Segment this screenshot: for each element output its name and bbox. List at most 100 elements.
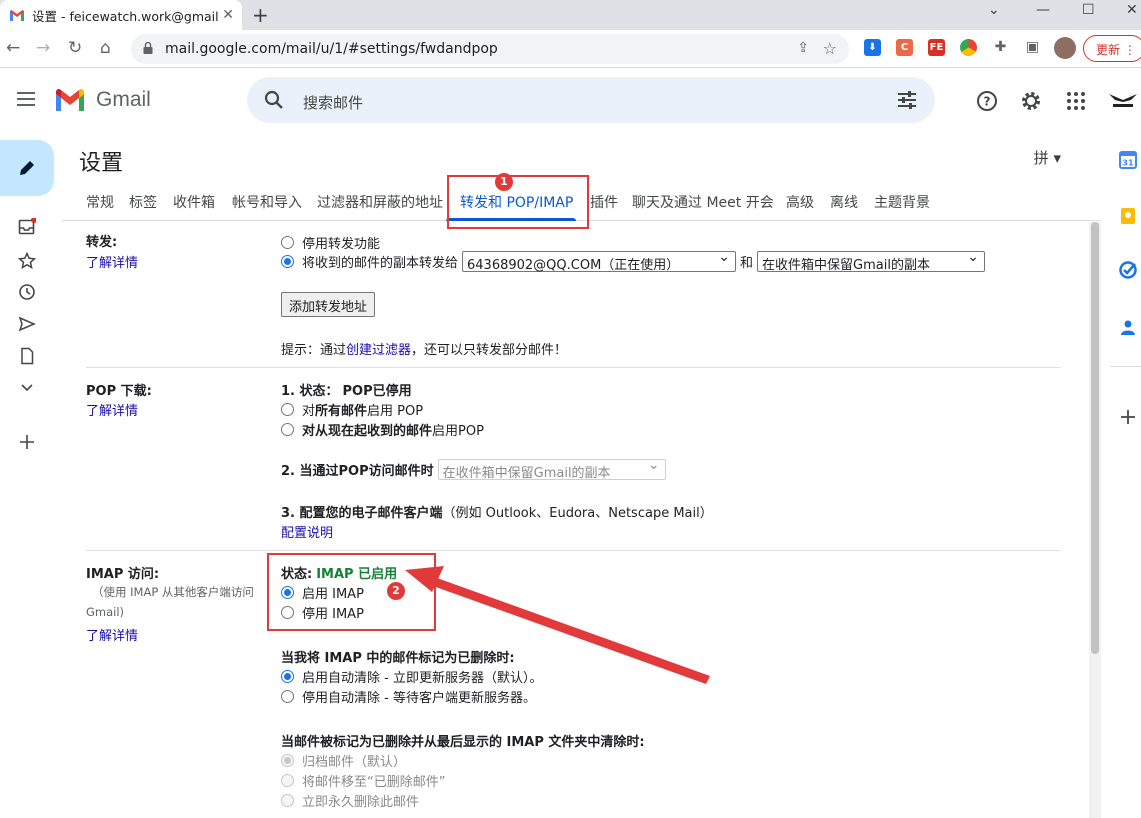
browser-tab-strip: 设置 - feicewatch.work@gmail ✕ + ⌄ — ☐ ✕ bbox=[0, 0, 1141, 30]
forward-copy-radio[interactable] bbox=[281, 255, 294, 268]
settings-gear-icon[interactable] bbox=[1020, 90, 1042, 112]
sent-icon[interactable] bbox=[18, 315, 36, 333]
pop-enable-all-post: 启用 POP bbox=[367, 404, 424, 419]
get-addons-plus-icon[interactable] bbox=[1119, 408, 1137, 426]
tab-addons[interactable]: 插件 bbox=[590, 192, 618, 212]
auto-expunge-on-option[interactable]: 启用自动清除 - 立即更新服务器（默认）。 bbox=[281, 667, 542, 686]
pop-enable-all-option[interactable]: 对所有邮件 启用 POP bbox=[281, 400, 423, 419]
archive-option[interactable]: 归档邮件（默认） bbox=[281, 751, 406, 770]
pop-enable-all-pre: 对 bbox=[302, 404, 316, 419]
annotation-box-tab bbox=[447, 175, 589, 229]
input-tools-button[interactable]: 拼 ▾ bbox=[1034, 147, 1061, 168]
forward-copy-text: 将收到的邮件的副本转发给 bbox=[302, 256, 459, 271]
contacts-icon[interactable] bbox=[1119, 318, 1137, 336]
extensions-puzzle-icon[interactable]: ✚ bbox=[992, 39, 1009, 56]
search-options-icon[interactable] bbox=[897, 91, 917, 109]
inbox-icon[interactable] bbox=[18, 218, 36, 236]
tab-filters[interactable]: 过滤器和屏蔽的地址 bbox=[317, 192, 443, 212]
search-input[interactable]: 搜索邮件 bbox=[303, 92, 363, 113]
svg-text:31: 31 bbox=[1122, 159, 1134, 168]
calendar-icon[interactable]: 31 bbox=[1119, 151, 1137, 169]
tab-inbox[interactable]: 收件箱 bbox=[173, 192, 215, 212]
pop-status-label: 1. 状态： bbox=[281, 384, 339, 399]
tab-search-icon[interactable]: ⌄ bbox=[988, 2, 1000, 18]
disable-forwarding-radio[interactable] bbox=[281, 236, 294, 249]
scrollbar-thumb[interactable] bbox=[1091, 222, 1099, 654]
search-icon[interactable] bbox=[264, 90, 284, 110]
forward-copy-option[interactable]: 将收到的邮件的副本转发给 64368902@QQ.COM（正在使用） 和 在收件… bbox=[281, 249, 986, 273]
pop-access-select[interactable]: 在收件箱中保留Gmail的副本 bbox=[437, 457, 666, 481]
auto-expunge-off-radio[interactable] bbox=[281, 690, 294, 703]
apps-grid-icon[interactable] bbox=[1065, 90, 1087, 112]
tasks-icon[interactable] bbox=[1119, 261, 1137, 279]
back-icon[interactable]: ← bbox=[6, 38, 20, 58]
c-extension-icon[interactable]: C bbox=[896, 39, 913, 56]
pop-learn-more-link[interactable]: 了解详情 bbox=[86, 400, 138, 419]
tab-themes[interactable]: 主题背景 bbox=[874, 192, 930, 212]
keep-icon[interactable] bbox=[1119, 207, 1137, 225]
browser-tab[interactable]: 设置 - feicewatch.work@gmail ✕ bbox=[0, 0, 242, 30]
forward-icon[interactable]: → bbox=[36, 38, 50, 58]
delete-forever-text: 立即永久删除此邮件 bbox=[302, 795, 420, 810]
tab-accounts[interactable]: 帐号和导入 bbox=[232, 192, 302, 212]
share-icon[interactable]: ⇪ bbox=[797, 40, 809, 56]
gmail-favicon-icon bbox=[10, 10, 24, 21]
move-trash-radio[interactable] bbox=[281, 774, 294, 787]
profile-avatar[interactable] bbox=[1054, 37, 1076, 59]
config-instructions-link[interactable]: 配置说明 bbox=[281, 522, 333, 541]
main-menu-icon[interactable] bbox=[17, 92, 35, 106]
drafts-icon[interactable] bbox=[18, 347, 36, 365]
pop-enable-all-radio[interactable] bbox=[281, 403, 294, 416]
pop-enable-now-radio[interactable] bbox=[281, 423, 294, 436]
chrome-extension-icon[interactable] bbox=[960, 39, 977, 56]
tab-chat-meet[interactable]: 聊天及通过 Meet 开会 bbox=[632, 192, 774, 212]
archive-radio[interactable] bbox=[281, 754, 294, 767]
window-close-icon[interactable]: ✕ bbox=[1126, 2, 1138, 18]
maximize-icon[interactable]: ☐ bbox=[1082, 2, 1095, 18]
search-bar[interactable]: 搜索邮件 bbox=[247, 77, 935, 123]
forwarding-label: 转发: bbox=[86, 235, 118, 250]
snoozed-clock-icon[interactable] bbox=[18, 283, 36, 301]
compose-button[interactable] bbox=[0, 140, 54, 196]
help-icon[interactable]: ? bbox=[976, 90, 998, 112]
download-extension-icon[interactable]: ⬇ bbox=[864, 39, 881, 56]
svg-text:?: ? bbox=[984, 95, 991, 109]
tip-prefix: 提示：通过 bbox=[281, 343, 347, 358]
imap-learn-more-link[interactable]: 了解详情 bbox=[86, 625, 138, 644]
home-icon[interactable]: ⌂ bbox=[100, 38, 111, 58]
account-logo-icon[interactable] bbox=[1107, 86, 1139, 116]
more-chevron-down-icon[interactable] bbox=[18, 378, 36, 396]
move-trash-option[interactable]: 将邮件移至“已删除邮件” bbox=[281, 771, 445, 790]
create-filter-link[interactable]: 创建过滤器 bbox=[346, 339, 411, 358]
disable-forwarding-option[interactable]: 停用转发功能 bbox=[281, 233, 380, 252]
tab-close-icon[interactable]: ✕ bbox=[222, 7, 234, 23]
add-forwarding-address-button[interactable]: 添加转发地址 bbox=[281, 292, 376, 317]
auto-expunge-on-radio[interactable] bbox=[281, 670, 294, 683]
delete-forever-radio[interactable] bbox=[281, 794, 294, 807]
forward-address-select[interactable]: 64368902@QQ.COM（正在使用） bbox=[462, 249, 737, 273]
forwarding-learn-more-link[interactable]: 了解详情 bbox=[86, 252, 138, 271]
forwarding-tip: 提示：通过 创建过滤器 ，还可以只转发部分邮件！ bbox=[281, 339, 567, 358]
tab-labels[interactable]: 标签 bbox=[129, 192, 157, 212]
gmail-logo-icon[interactable] bbox=[54, 87, 86, 111]
minimize-icon[interactable]: — bbox=[1036, 2, 1050, 18]
tab-general[interactable]: 常规 bbox=[86, 192, 114, 212]
new-tab-icon[interactable]: + bbox=[252, 3, 269, 27]
fe-extension-icon[interactable]: FE bbox=[928, 39, 945, 56]
address-bar[interactable]: mail.google.com/mail/u/1/#settings/fwdan… bbox=[131, 34, 849, 64]
reload-icon[interactable]: ↻ bbox=[68, 38, 82, 58]
side-panel-icon[interactable]: ▣ bbox=[1024, 39, 1041, 56]
annotation-badge-1: 1 bbox=[495, 173, 513, 191]
add-label-plus-icon[interactable] bbox=[18, 433, 36, 451]
auto-expunge-off-option[interactable]: 停用自动清除 - 等待客户端更新服务器。 bbox=[281, 687, 536, 706]
scrollbar[interactable] bbox=[1089, 222, 1101, 818]
pop-enable-now-option[interactable]: 对从现在起收到的邮件 启用POP bbox=[281, 420, 484, 439]
keep-copy-select[interactable]: 在收件箱中保留Gmail的副本 bbox=[757, 249, 986, 273]
auto-expunge-off-text: 停用自动清除 - 等待客户端更新服务器。 bbox=[302, 691, 536, 706]
update-button[interactable]: 更新 ⋮ bbox=[1083, 35, 1141, 62]
bookmark-star-icon[interactable]: ☆ bbox=[823, 39, 837, 58]
tab-advanced[interactable]: 高级 bbox=[786, 192, 814, 212]
tab-offline[interactable]: 离线 bbox=[830, 192, 858, 212]
starred-icon[interactable] bbox=[18, 252, 36, 270]
delete-forever-option[interactable]: 立即永久删除此邮件 bbox=[281, 791, 419, 810]
